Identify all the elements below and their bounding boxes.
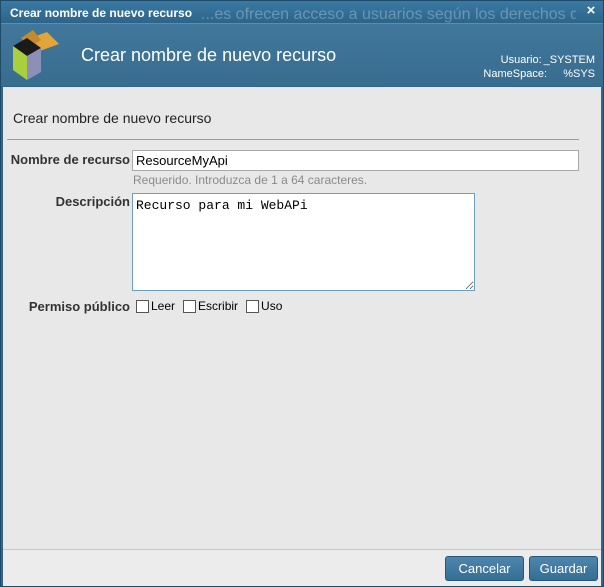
description-textarea[interactable]: Recurso para mi WebAPi <box>132 193 475 291</box>
permission-write-checkbox[interactable]: Escribir <box>183 299 238 313</box>
background-page-text: ...es ofrecen acceso a usuarios según lo… <box>201 6 576 23</box>
checkbox-box[interactable] <box>183 299 197 313</box>
checkbox-box[interactable] <box>246 299 260 313</box>
dialog-footer: Cancelar Guardar <box>3 549 601 586</box>
permission-read-checkbox[interactable]: Leer <box>136 299 175 313</box>
session-info: Usuario: _SYSTEM NameSpace: %SYS <box>483 53 595 81</box>
cancel-button[interactable]: Cancelar <box>445 556 524 581</box>
permission-write-label: Escribir <box>198 299 239 313</box>
description-label: Descripción <box>55 194 130 209</box>
resource-name-hint: Requerido. Introduzca de 1 a 64 caracter… <box>133 173 368 187</box>
header-heading: Crear nombre de nuevo recurso <box>81 45 337 65</box>
checkbox-box[interactable] <box>136 299 149 313</box>
form-subtitle: Crear nombre de nuevo recurso <box>13 110 212 126</box>
dialog-titlebar[interactable]: ...es ofrecen acceso a usuarios según lo… <box>1 1 603 23</box>
permission-use-checkbox[interactable]: Uso <box>246 299 282 313</box>
dialog-header: Crear nombre de nuevo recurso Usuario: _… <box>1 23 603 86</box>
user-label: Usuario: <box>500 54 542 66</box>
save-button[interactable]: Guardar <box>529 556 598 581</box>
close-icon[interactable]: × <box>584 3 598 19</box>
public-permission-group: Leer Escribir Uso <box>136 299 290 313</box>
user-value: _SYSTEM <box>543 54 595 66</box>
form-panel: Crear nombre de nuevo recurso Nombre de … <box>3 87 601 549</box>
resource-name-input[interactable] <box>132 150 579 171</box>
cube-icon <box>13 30 59 80</box>
permission-read-label: Leer <box>151 299 176 313</box>
namespace-label: NameSpace: <box>483 68 547 80</box>
dialog-window: ...es ofrecen acceso a usuarios según lo… <box>0 0 604 587</box>
resource-name-label: Nombre de recurso <box>10 152 130 167</box>
namespace-value: %SYS <box>563 68 595 80</box>
dialog-title: Crear nombre de nuevo recurso <box>10 6 193 20</box>
public-permission-label: Permiso público <box>28 299 130 314</box>
permission-use-label: Uso <box>261 299 283 313</box>
divider <box>7 139 579 140</box>
